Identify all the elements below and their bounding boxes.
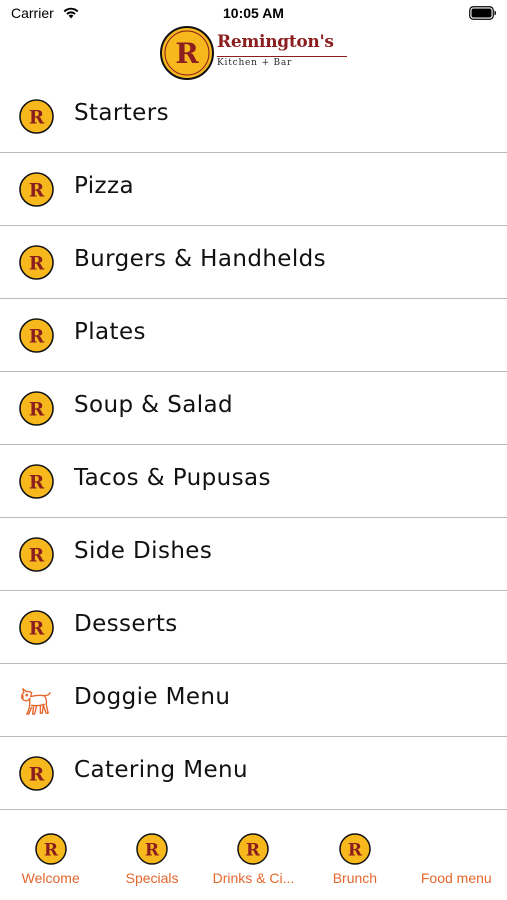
menu-item-soup-salad[interactable]: R Soup & Salad [0, 372, 507, 445]
menu-item-catering-menu[interactable]: R Catering Menu [0, 737, 507, 810]
logo-letter: R [175, 37, 199, 70]
menu-category-list: R Starters R Pizza R Burgers & Handhelds… [0, 80, 507, 810]
bottom-tab-bar: R Welcome R Specials R Drinks & Ci... R … [0, 819, 507, 900]
app-header: R Remington's Kitchen + Bar [0, 26, 507, 80]
remingtons-r-icon: R [19, 245, 54, 280]
remingtons-r-icon: R [19, 172, 54, 207]
remingtons-r-icon: R [19, 537, 54, 572]
svg-text:R: R [348, 841, 363, 861]
remingtons-r-icon: R [19, 464, 54, 499]
tab-brunch[interactable]: R Brunch [304, 819, 405, 900]
menu-item-label: Desserts [74, 611, 178, 637]
svg-text:R: R [29, 326, 45, 347]
tab-specials[interactable]: R Specials [101, 819, 202, 900]
menu-item-desserts[interactable]: R Desserts [0, 591, 507, 664]
svg-text:R: R [246, 841, 261, 861]
menu-item-label: Plates [74, 319, 146, 345]
svg-text:R: R [29, 180, 45, 201]
svg-text:R: R [29, 764, 45, 785]
tab-label: Drinks & Ci... [212, 870, 295, 886]
tab-label: Brunch [332, 870, 378, 886]
remingtons-r-icon: R [339, 833, 371, 865]
svg-text:R: R [29, 545, 45, 566]
menu-item-side-dishes[interactable]: R Side Dishes [0, 518, 507, 591]
tab-food-menu[interactable]: Food menu [406, 819, 507, 900]
svg-text:R: R [29, 472, 45, 493]
svg-text:R: R [29, 107, 45, 128]
remingtons-logo-badge: R [160, 26, 214, 80]
menu-item-label: Doggie Menu [74, 684, 231, 710]
remingtons-r-icon: R [19, 756, 54, 791]
menu-item-burgers-handhelds[interactable]: R Burgers & Handhelds [0, 226, 507, 299]
remingtons-r-icon: R [136, 833, 168, 865]
remingtons-r-icon: R [19, 99, 54, 134]
remingtons-r-icon: R [34, 833, 67, 865]
brand-divider [217, 56, 347, 57]
svg-text:R: R [44, 841, 59, 861]
menu-item-label: Soup & Salad [74, 392, 233, 418]
menu-item-label: Pizza [74, 173, 134, 199]
tab-label: Welcome [21, 870, 80, 886]
menu-item-label: Tacos & Pupusas [74, 465, 271, 491]
menu-item-plates[interactable]: R Plates [0, 299, 507, 372]
svg-text:R: R [29, 399, 45, 420]
tab-drinks[interactable]: R Drinks & Ci... [203, 819, 304, 900]
brand-subtitle: Kitchen + Bar [217, 58, 293, 68]
status-bar: Carrier 10:05 AM [0, 0, 507, 26]
clock: 10:05 AM [223, 5, 284, 21]
remingtons-r-icon: R [19, 391, 54, 426]
svg-text:R: R [29, 253, 45, 274]
svg-text:R: R [145, 841, 160, 861]
tab-label: Specials [125, 870, 179, 886]
app-screen: Carrier 10:05 AM R Remington's Kitchen +… [0, 0, 507, 900]
menu-item-starters[interactable]: R Starters [0, 80, 507, 153]
menu-item-label: Catering Menu [74, 757, 249, 783]
brand-name: Remington's [217, 32, 334, 52]
menu-item-pizza[interactable]: R Pizza [0, 153, 507, 226]
menu-item-doggie-menu[interactable]: Doggie Menu [0, 664, 507, 737]
tab-label: Food menu [420, 870, 492, 886]
remingtons-r-icon: R [19, 610, 54, 645]
dog-icon [20, 688, 51, 715]
menu-item-label: Starters [74, 100, 169, 126]
menu-item-label: Side Dishes [74, 538, 213, 564]
svg-text:R: R [29, 618, 45, 639]
menu-item-label: Burgers & Handhelds [74, 246, 327, 272]
battery-icon [469, 6, 496, 20]
menu-item-tacos-pupusas[interactable]: R Tacos & Pupusas [0, 445, 507, 518]
tab-welcome[interactable]: R Welcome [0, 819, 101, 900]
remingtons-r-icon: R [237, 833, 270, 865]
remingtons-r-icon: R [19, 318, 54, 353]
